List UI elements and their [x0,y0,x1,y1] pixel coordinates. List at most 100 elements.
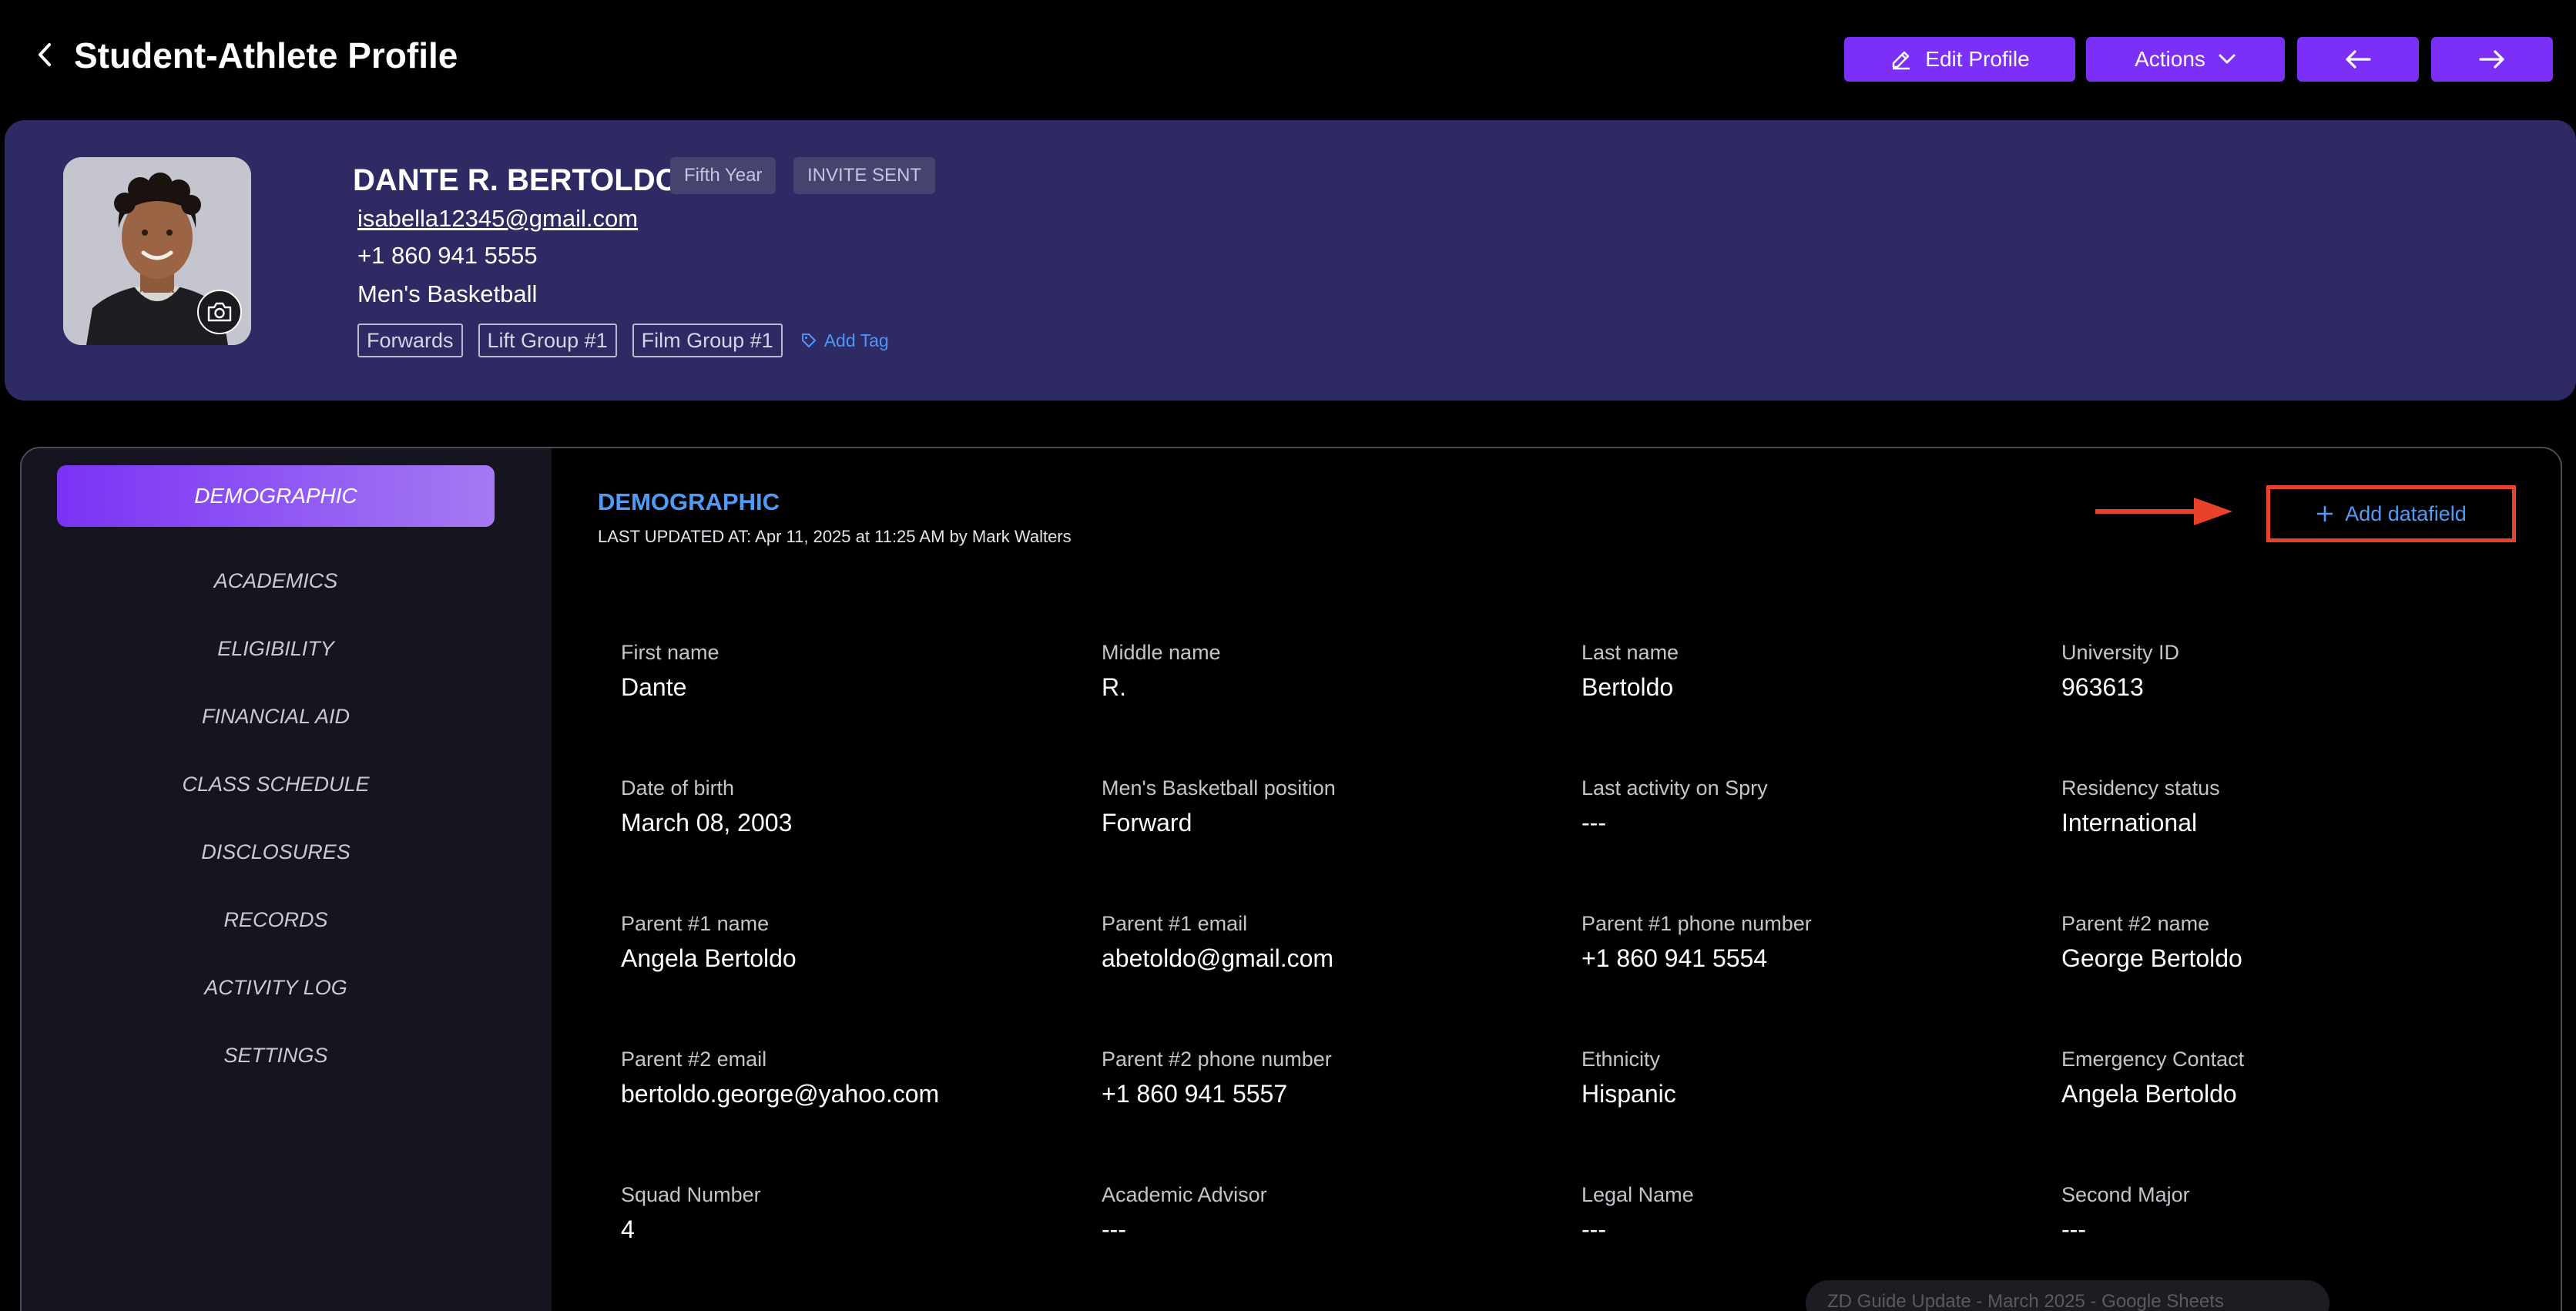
sidebar-item-eligibility[interactable]: ELIGIBILITY [57,625,495,672]
next-athlete-button[interactable] [2431,37,2553,82]
arrow-right-icon [2479,50,2504,69]
back-button[interactable] [28,34,62,75]
field-label: Legal Name [1581,1183,1694,1206]
field-parent2-name: Parent #2 name George Bertoldo [2061,909,2493,975]
demographic-content: DEMOGRAPHIC LAST UPDATED AT: Apr 11, 202… [552,448,2561,1311]
field-first-name: First name Dante [621,638,1052,704]
field-value: --- [2061,1215,2086,1243]
field-ethnicity: Ethnicity Hispanic [1581,1044,2013,1111]
field-value: --- [1581,809,1606,837]
section-title: DEMOGRAPHIC [598,488,780,515]
field-date-of-birth: Date of birth March 08, 2003 [621,773,1052,840]
top-bar: Student-Athlete Profile Edit Profile Act… [0,0,2576,120]
field-value: --- [1102,1215,1126,1243]
add-tag-button[interactable]: Add Tag [801,330,889,351]
field-label: Academic Advisor [1102,1183,1267,1206]
field-value: Hispanic [1581,1080,1676,1108]
sidebar-item-settings[interactable]: SETTINGS [57,1032,495,1078]
sidebar-nav: DEMOGRAPHIC ACADEMICS ELIGIBILITY FINANC… [22,448,552,1311]
field-squad-number: Squad Number 4 [621,1180,1052,1246]
add-datafield-button[interactable]: Add datafield [2266,485,2516,542]
field-label: Middle name [1102,641,1221,664]
field-parent1-name: Parent #1 name Angela Bertoldo [621,909,1052,975]
field-parent2-email: Parent #2 email bertoldo.george@yahoo.co… [621,1044,1052,1111]
sidebar-item-financial-aid[interactable]: FINANCIAL AID [57,693,495,739]
camera-icon [207,302,232,322]
field-label: Parent #2 email [621,1048,767,1071]
athlete-team: Men's Basketball [357,280,538,307]
athlete-email-link[interactable]: isabella12345@gmail.com [357,200,638,237]
field-label: Squad Number [621,1183,761,1206]
field-value: +1 860 941 5557 [1102,1080,1288,1108]
previous-athlete-button[interactable] [2297,37,2419,82]
last-updated-text: LAST UPDATED AT: Apr 11, 2025 at 11:25 A… [598,527,1072,546]
field-label: Residency status [2061,776,2220,800]
tag-icon [801,334,816,347]
add-tag-label: Add Tag [823,330,889,350]
sidebar-item-class-schedule[interactable]: CLASS SCHEDULE [57,761,495,807]
field-parent1-email: Parent #1 email abetoldo@gmail.com [1102,909,1533,975]
field-value: International [2061,809,2198,837]
field-value: abetoldo@gmail.com [1102,944,1334,972]
sidebar-item-demographic[interactable]: DEMOGRAPHIC [57,465,495,527]
field-value: Angela Bertoldo [621,944,797,972]
sidebar-item-disclosures[interactable]: DISCLOSURES [57,829,495,875]
sidebar-item-activity-log[interactable]: ACTIVITY LOG [57,964,495,1011]
field-academic-advisor: Academic Advisor --- [1102,1180,1533,1246]
change-photo-button[interactable] [197,290,242,334]
field-label: Parent #1 phone number [1581,912,1812,935]
field-value: --- [1581,1215,1606,1243]
field-legal-name: Legal Name --- [1581,1180,2013,1246]
field-label: University ID [2061,641,2180,664]
tag-forwards[interactable]: Forwards [357,324,463,357]
field-label: Emergency Contact [2061,1048,2245,1071]
actions-dropdown-button[interactable]: Actions [2086,37,2285,82]
tag-list: Forwards Lift Group #1 Film Group #1 Add… [357,324,889,357]
annotation-arrow-icon [2095,498,2232,525]
plus-icon [2316,505,2333,522]
year-badge: Fifth Year [670,157,776,194]
field-position: Men's Basketball position Forward [1102,773,1533,840]
field-value: bertoldo.george@yahoo.com [621,1080,940,1108]
field-value: Dante [621,673,687,701]
field-value: +1 860 941 5554 [1581,944,1768,972]
field-value: George Bertoldo [2061,944,2242,972]
chevron-down-icon [2219,54,2236,64]
edit-profile-label: Edit Profile [1925,47,2030,71]
tag-film-group[interactable]: Film Group #1 [632,324,783,357]
arrow-left-icon [2346,50,2371,69]
athlete-phone: +1 860 941 5555 [357,242,538,269]
actions-label: Actions [2135,47,2205,71]
field-label: Date of birth [621,776,735,800]
field-value: Angela Bertoldo [2061,1080,2237,1108]
field-value: Forward [1102,809,1192,837]
field-university-id: University ID 963613 [2061,638,2493,704]
field-label: First name [621,641,719,664]
edit-profile-button[interactable]: Edit Profile [1844,37,2075,82]
field-middle-name: Middle name R. [1102,638,1533,704]
field-label: Second Major [2061,1183,2190,1206]
status-badge: INVITE SENT [793,157,936,194]
main-panel: DEMOGRAPHIC ACADEMICS ELIGIBILITY FINANC… [20,447,2562,1311]
field-label: Ethnicity [1581,1048,1661,1071]
athlete-name: DANTE R. BERTOLDO [353,163,679,197]
field-label: Parent #1 name [621,912,770,935]
avatar[interactable] [63,157,251,345]
field-last-name: Last name Bertoldo [1581,638,2013,704]
sidebar-item-records[interactable]: RECORDS [57,897,495,943]
pencil-icon [1893,51,1910,70]
field-value: Bertoldo [1581,673,1674,701]
field-label: Parent #2 phone number [1102,1048,1332,1071]
tag-lift-group[interactable]: Lift Group #1 [478,324,617,357]
field-value: 4 [621,1215,635,1243]
field-parent1-phone: Parent #1 phone number +1 860 941 5554 [1581,909,2013,975]
sidebar-item-academics[interactable]: ACADEMICS [57,558,495,604]
page-title: Student-Athlete Profile [74,35,458,75]
field-emergency-contact: Emergency Contact Angela Bertoldo [2061,1044,2493,1111]
field-value: 963613 [2061,673,2144,701]
field-label: Last activity on Spry [1581,776,1768,800]
field-label: Parent #1 email [1102,912,1248,935]
field-second-major: Second Major --- [2061,1180,2493,1246]
field-label: Last name [1581,641,1679,664]
field-value: March 08, 2003 [621,809,793,837]
